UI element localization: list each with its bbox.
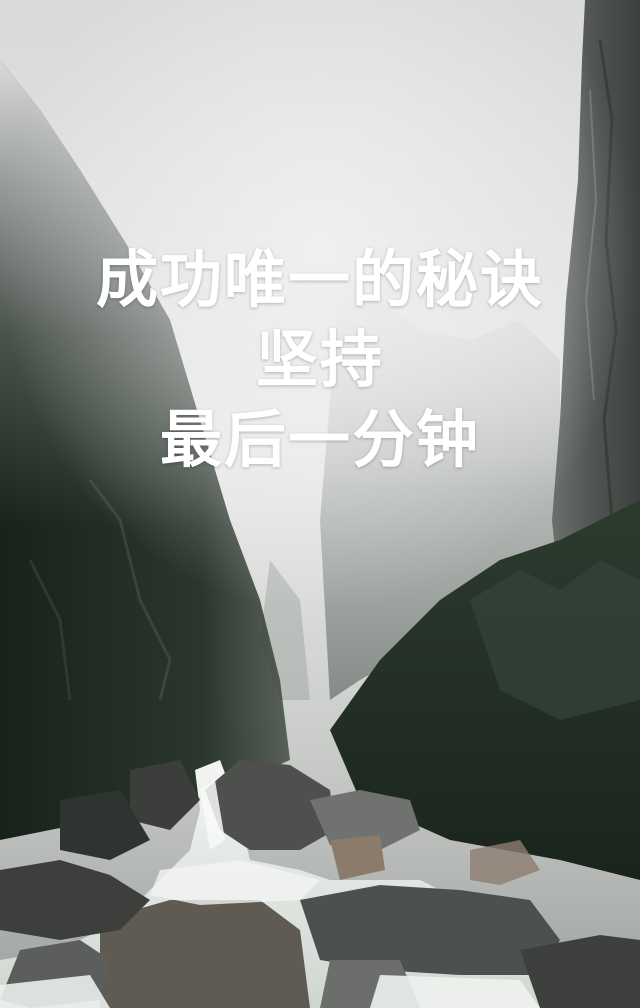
mountain-waterfall-photo: [0, 0, 640, 1008]
quote-line-3: 最后一分钟: [159, 403, 480, 476]
quote-line-2: 坚持: [255, 323, 384, 396]
quote-line-1: 成功唯一的秘诀: [95, 243, 544, 316]
motivational-quote: 成功唯一的秘诀 坚持 最后一分钟: [0, 240, 640, 480]
wallpaper-scene: 成功唯一的秘诀 坚持 最后一分钟: [0, 0, 640, 1008]
